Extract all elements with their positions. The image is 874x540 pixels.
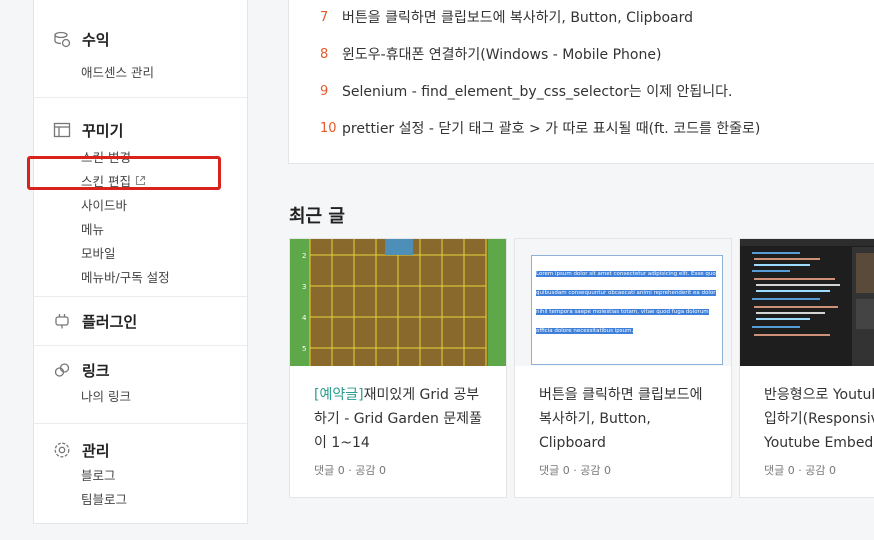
- popular-post-number: 9: [320, 83, 329, 99]
- popular-post-number: 10: [320, 120, 337, 136]
- section-manage-header[interactable]: 관리: [34, 438, 247, 462]
- popular-post-title: prettier 설정 - 닫기 태그 괄호 > 가 따로 표시될 때(ft. …: [342, 121, 761, 137]
- sidebar-item-my-link[interactable]: 나의 링크: [34, 385, 247, 409]
- popular-post-item[interactable]: 8 윈도우-휴대폰 연결하기(Windows - Mobile Phone): [320, 44, 661, 64]
- sidebar-item-menu[interactable]: 메뉴: [34, 218, 247, 242]
- post-meta: 댓글 0 · 공감 0: [539, 464, 611, 477]
- svg-text:3: 3: [302, 283, 306, 291]
- recent-posts-heading: 최근 글: [289, 206, 345, 227]
- sidebar-item-blog[interactable]: 블로그: [34, 464, 247, 488]
- section-decorate-header[interactable]: 꾸미기: [34, 118, 247, 142]
- section-revenue-title: 수익: [82, 30, 110, 49]
- selected-text: Lorem ipsum dolor sit amet consectetur a…: [536, 271, 716, 334]
- popular-post-item[interactable]: 7 버튼을 클릭하면 클립보드에 복사하기, Button, Clipboard: [320, 7, 693, 27]
- gear-icon: [53, 441, 71, 459]
- recent-post-card[interactable]: 2 3 4 5 [예약글]재미있게 Grid 공부하기 - Grid Garden 문…: [289, 238, 507, 498]
- popular-post-title: Selenium - find_element_by_css_selector는…: [342, 84, 733, 100]
- popular-post-number: 8: [320, 46, 329, 62]
- grid-garden-thumbnail: 2 3 4 5: [290, 239, 506, 366]
- popular-post-title: 윈도우-휴대폰 연결하기(Windows - Mobile Phone): [342, 47, 662, 63]
- plug-icon: [53, 312, 71, 330]
- code-editor-thumbnail: [740, 239, 874, 366]
- post-thumbnail: Lorem ipsum dolor sit amet consectetur a…: [515, 239, 731, 366]
- section-manage: 관리 블로그 팀블로그: [34, 424, 247, 524]
- sidebar-item-menubar-subscribe[interactable]: 메뉴바/구독 설정: [34, 266, 247, 290]
- post-meta: 댓글 0 · 공감 0: [314, 464, 386, 477]
- post-thumbnail: 2 3 4 5: [290, 239, 506, 366]
- popular-post-title: 버튼을 클릭하면 클립보드에 복사하기, Button, Clipboard: [342, 10, 693, 26]
- post-title-text: 반응형으로 Youtube 영상 삽입하기(Responsive Youtube…: [764, 387, 874, 451]
- section-link-title: 링크: [82, 361, 110, 380]
- section-revenue: 수익 애드센스 관리: [34, 0, 247, 98]
- popular-post-item[interactable]: 10 prettier 설정 - 닫기 태그 괄호 > 가 따로 표시될 때(f…: [320, 118, 760, 138]
- svg-text:4: 4: [302, 314, 307, 322]
- popular-post-item[interactable]: 9 Selenium - find_element_by_css_selecto…: [320, 81, 732, 101]
- section-revenue-header[interactable]: 수익: [34, 27, 247, 51]
- post-meta: 댓글 0 · 공감 0: [764, 464, 836, 477]
- post-title: [예약글]재미있게 Grid 공부하기 - Grid Garden 문제풀이 1…: [314, 383, 486, 455]
- popular-posts-panel: 7 버튼을 클릭하면 클립보드에 복사하기, Button, Clipboard…: [288, 0, 874, 164]
- recent-post-card[interactable]: Lorem ipsum dolor sit amet consectetur a…: [514, 238, 732, 498]
- selected-text-preview: Lorem ipsum dolor sit amet consectetur a…: [531, 255, 723, 365]
- link-icon: [53, 361, 71, 379]
- section-decorate-title: 꾸미기: [82, 121, 124, 140]
- section-plugin-header[interactable]: 플러그인: [34, 309, 247, 333]
- post-title: 반응형으로 Youtube 영상 삽입하기(Responsive Youtube…: [764, 383, 874, 455]
- section-plugin-title: 플러그인: [82, 312, 138, 331]
- section-plugin: 플러그인: [34, 297, 247, 346]
- post-title-text: 버튼을 클릭하면 클립보드에 복사하기, Button, Clipboard: [539, 387, 703, 451]
- reserved-tag: [예약글]: [314, 387, 364, 403]
- sidebar-item-team-blog[interactable]: 팀블로그: [34, 488, 247, 512]
- sidebar-item-sidebar[interactable]: 사이드바: [34, 194, 247, 218]
- section-manage-title: 관리: [82, 441, 110, 460]
- post-thumbnail: [740, 239, 874, 366]
- section-link-header[interactable]: 링크: [34, 358, 247, 382]
- section-decorate: 꾸미기 스킨 변경 스킨 편집 사이드바 메뉴 모바일 메뉴바/구독 설정: [34, 98, 247, 297]
- layout-icon: [53, 121, 71, 139]
- highlight-box: [27, 156, 221, 190]
- sidebar-item-adsense[interactable]: 애드센스 관리: [34, 61, 247, 85]
- svg-text:5: 5: [302, 345, 306, 353]
- recent-post-card[interactable]: 반응형으로 Youtube 영상 삽입하기(Responsive Youtube…: [739, 238, 874, 498]
- sidebar: 수익 애드센스 관리 꾸미기 스킨 변경 스킨 편집 사이드바 메뉴 모바일 메…: [33, 0, 248, 524]
- sidebar-item-mobile[interactable]: 모바일: [34, 242, 247, 266]
- coins-icon: [53, 30, 71, 48]
- popular-post-number: 7: [320, 9, 329, 25]
- svg-text:2: 2: [302, 252, 306, 260]
- post-title: 버튼을 클릭하면 클립보드에 복사하기, Button, Clipboard: [539, 383, 711, 455]
- section-link: 링크 나의 링크: [34, 346, 247, 424]
